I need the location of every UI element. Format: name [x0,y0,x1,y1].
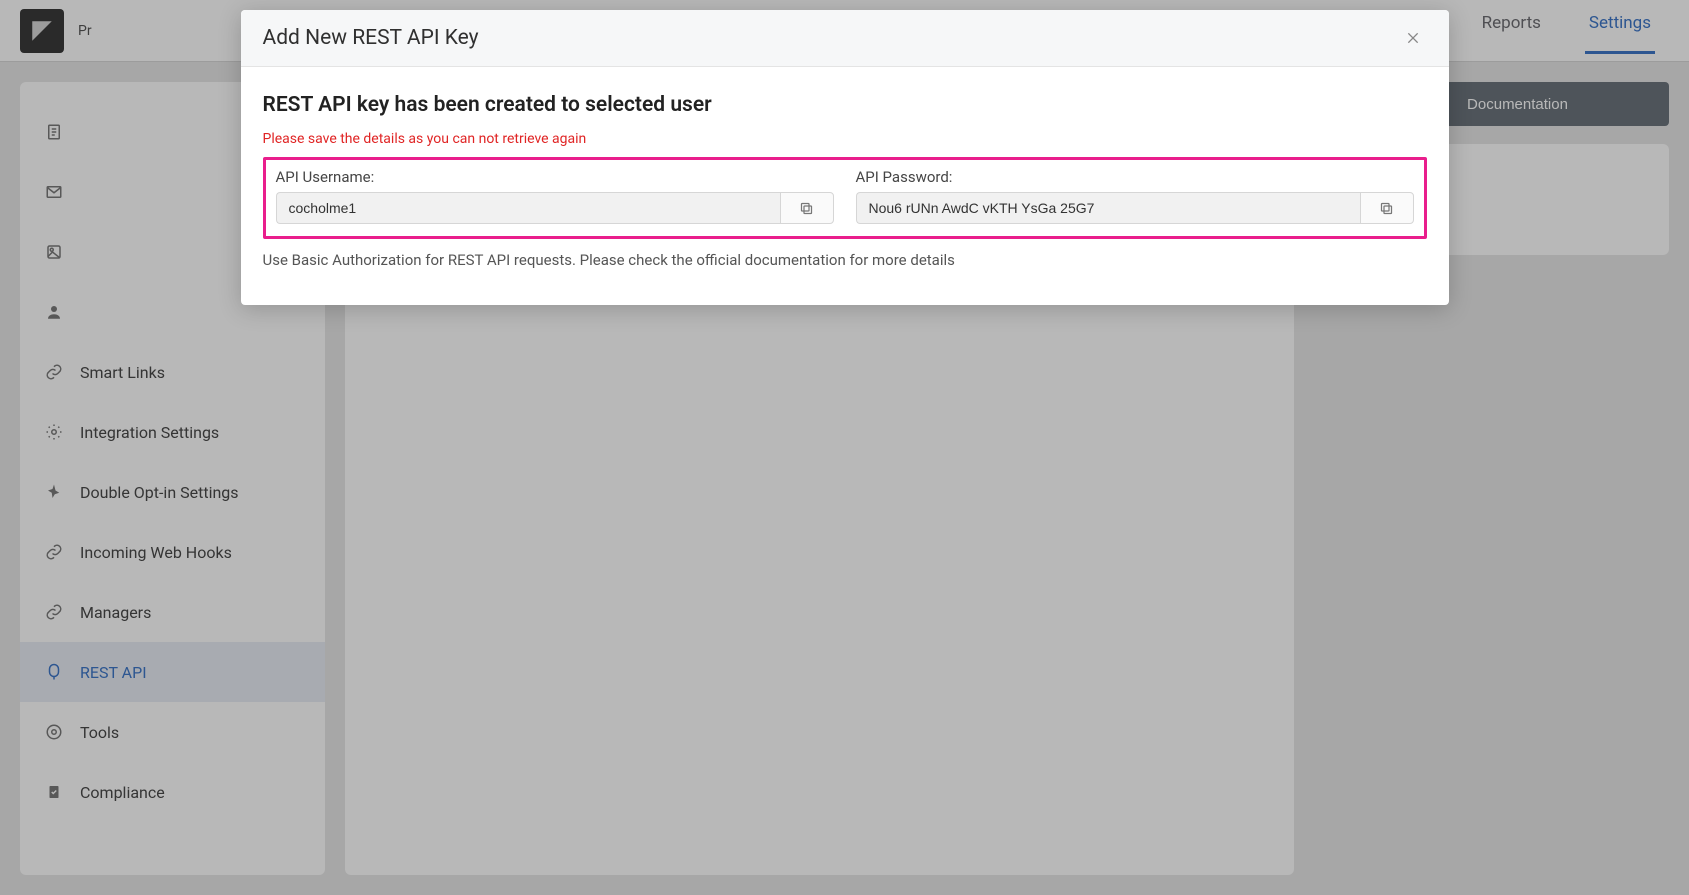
copy-icon [799,201,814,216]
password-group: API Password: [856,168,1414,224]
password-field[interactable] [856,192,1360,224]
copy-password-button[interactable] [1360,192,1414,224]
close-icon [1405,30,1421,46]
modal-header: Add New REST API Key [241,10,1449,67]
close-button[interactable] [1399,24,1427,52]
modal-title: Add New REST API Key [263,26,479,50]
credentials-highlight: API Username: API Password: [263,157,1427,239]
modal: Add New REST API Key REST API key has be… [241,10,1449,305]
username-group: API Username: [276,168,834,224]
username-field[interactable] [276,192,780,224]
copy-username-button[interactable] [780,192,834,224]
password-label: API Password: [856,168,1414,186]
modal-overlay: Add New REST API Key REST API key has be… [0,0,1689,895]
copy-icon [1379,201,1394,216]
username-label: API Username: [276,168,834,186]
helper-text: Use Basic Authorization for REST API req… [263,251,1427,269]
modal-subtitle: REST API key has been created to selecte… [263,93,1427,117]
modal-body: REST API key has been created to selecte… [241,67,1449,305]
modal-warning: Please save the details as you can not r… [263,131,1427,147]
